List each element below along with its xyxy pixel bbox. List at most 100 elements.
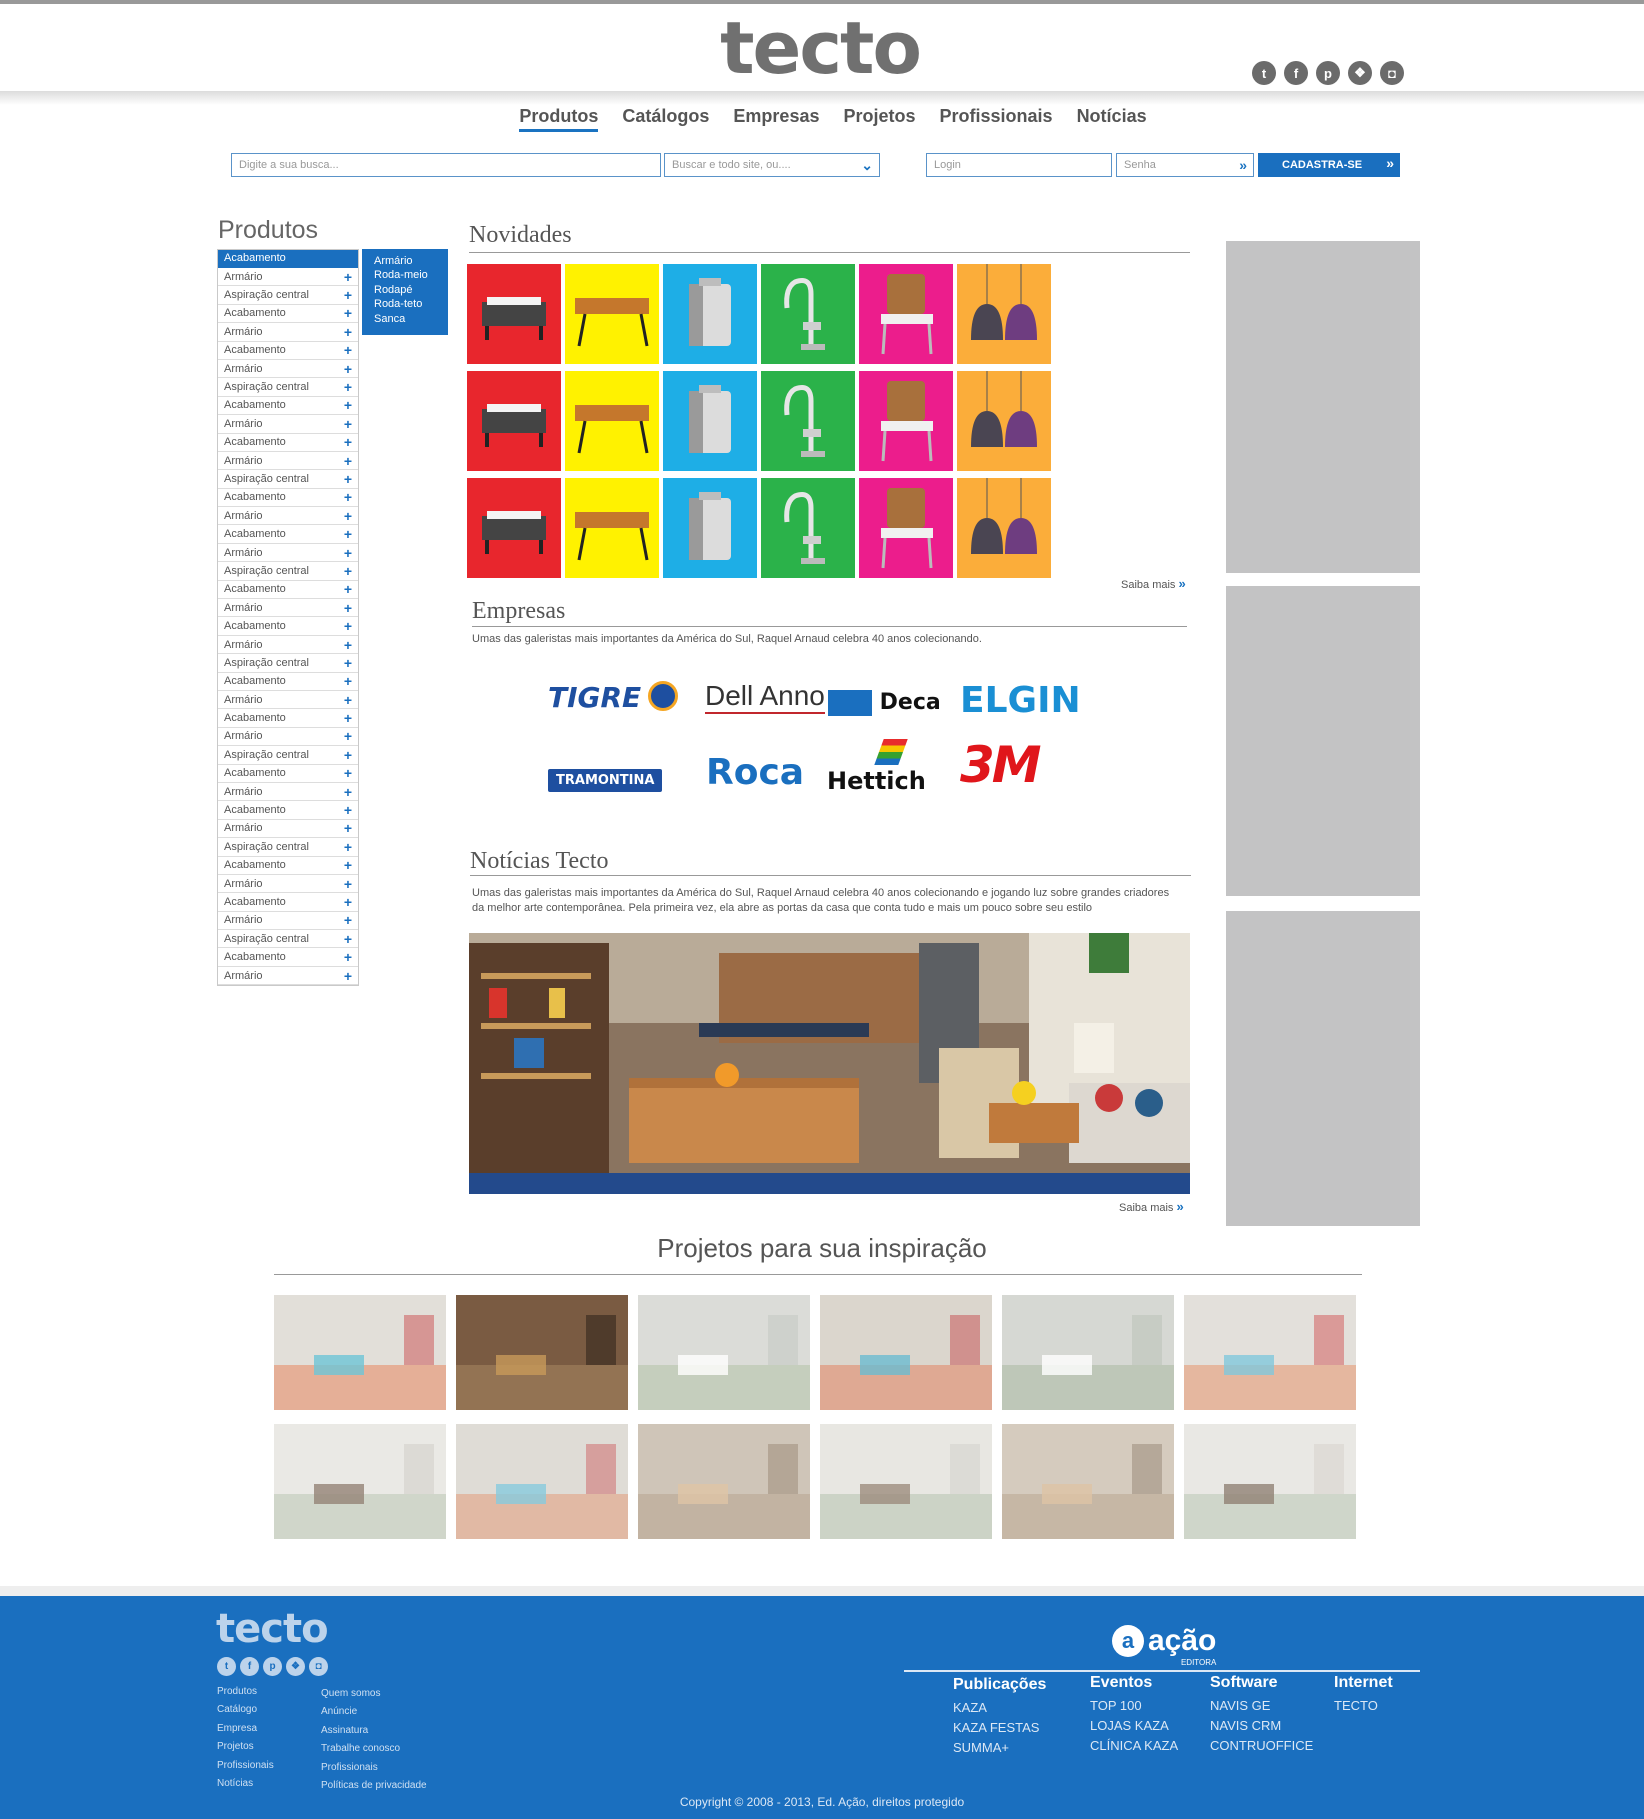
expand-plus-icon[interactable]: +	[344, 508, 352, 524]
sidebar-item[interactable]: Armário +	[218, 507, 358, 526]
nav-produtos[interactable]: Produtos	[519, 106, 599, 132]
tray-product-tile[interactable]	[467, 478, 561, 578]
project-thumbnail[interactable]	[274, 1295, 446, 1410]
footer-link[interactable]: Empresa	[217, 1720, 274, 1738]
sidebar-item[interactable]: Aspiração central +	[218, 562, 358, 581]
brand-tigre-logo[interactable]: TIGRE	[548, 681, 683, 725]
search-scope-select[interactable]: Buscar e todo site, ou.... ⌄	[664, 153, 880, 177]
nav-noticias[interactable]: Notícias	[1077, 106, 1147, 132]
sidebar-item[interactable]: Acabamento +	[218, 709, 358, 728]
tray-product-tile[interactable]	[467, 264, 561, 364]
project-thumbnail[interactable]	[1002, 1295, 1174, 1410]
noticias-more-link[interactable]: Saiba mais »	[1119, 1199, 1184, 1214]
nav-profissionais[interactable]: Profissionais	[940, 106, 1053, 132]
sidebar-item[interactable]: Armário +	[218, 820, 358, 839]
chair-product-tile[interactable]	[859, 478, 953, 578]
subcategory-item[interactable]: Sanca	[374, 312, 436, 326]
project-thumbnail[interactable]	[1002, 1424, 1174, 1539]
expand-plus-icon[interactable]: +	[344, 710, 352, 726]
desk-product-tile[interactable]	[565, 371, 659, 471]
search-input[interactable]: Digite a sua busca...	[231, 153, 661, 177]
expand-plus-icon[interactable]: +	[344, 361, 352, 377]
sidebar-item[interactable]: Acabamento +	[218, 342, 358, 360]
sidebar-item-selected[interactable]: Acabamento	[218, 250, 358, 268]
sidebar-item[interactable]: Armário +	[218, 912, 358, 931]
brand-3m-logo[interactable]: 3M	[960, 736, 1042, 794]
sidebar-item[interactable]: Acabamento +	[218, 673, 358, 691]
sidebar-item[interactable]: Armário +	[218, 691, 358, 710]
sidebar-item[interactable]: Armário +	[218, 268, 358, 287]
footer-link[interactable]: NAVIS CRM	[1210, 1716, 1313, 1736]
sidebar-item[interactable]: Acabamento +	[218, 525, 358, 544]
footer-link[interactable]: CLÍNICA KAZA	[1090, 1736, 1178, 1756]
sidebar-item[interactable]: Acabamento +	[218, 305, 358, 324]
dropbox-icon[interactable]: ❖	[1348, 61, 1372, 85]
expand-plus-icon[interactable]: +	[344, 728, 352, 744]
sidebar-item[interactable]: Armário +	[218, 783, 358, 802]
expand-plus-icon[interactable]: +	[344, 581, 352, 597]
expand-plus-icon[interactable]: +	[344, 968, 352, 984]
brand-roca-logo[interactable]: Roca	[706, 752, 804, 793]
footer-link[interactable]: Políticas de privacidade	[321, 1777, 427, 1795]
expand-plus-icon[interactable]: +	[344, 655, 352, 671]
footer-link[interactable]: TECTO	[1334, 1696, 1393, 1716]
brand-tramontina-logo[interactable]: TRAMONTINA	[548, 769, 663, 792]
instagram-icon[interactable]: ◘	[1380, 61, 1404, 85]
footer-link[interactable]: CONTRUOFFICE	[1210, 1736, 1313, 1756]
sidebar-item[interactable]: Armário +	[218, 875, 358, 894]
footer-link[interactable]: Anúncie	[321, 1703, 427, 1721]
footer-link[interactable]: Catálogo	[217, 1701, 274, 1719]
footer-link[interactable]: Assinatura	[321, 1722, 427, 1740]
expand-plus-icon[interactable]: +	[344, 416, 352, 432]
project-thumbnail[interactable]	[1184, 1295, 1356, 1410]
expand-plus-icon[interactable]: +	[344, 563, 352, 579]
site-logo[interactable]: tecto	[720, 6, 922, 90]
sidebar-item[interactable]: Armário +	[218, 728, 358, 747]
sidebar-item[interactable]: Armário +	[218, 544, 358, 563]
footer-link[interactable]: Profissionais	[321, 1759, 427, 1777]
expand-plus-icon[interactable]: +	[344, 839, 352, 855]
login-field[interactable]: Login	[926, 153, 1112, 177]
footer-link[interactable]: KAZA FESTAS	[953, 1718, 1046, 1738]
nav-empresas[interactable]: Empresas	[733, 106, 819, 132]
expand-plus-icon[interactable]: +	[344, 305, 352, 321]
bin-product-tile[interactable]	[663, 264, 757, 364]
expand-plus-icon[interactable]: +	[344, 931, 352, 947]
sidebar-item[interactable]: Acabamento +	[218, 489, 358, 508]
expand-plus-icon[interactable]: +	[344, 802, 352, 818]
faucet-product-tile[interactable]	[761, 478, 855, 578]
project-thumbnail[interactable]	[456, 1295, 628, 1410]
expand-plus-icon[interactable]: +	[344, 618, 352, 634]
expand-plus-icon[interactable]: +	[344, 784, 352, 800]
footer-link[interactable]: Projetos	[217, 1738, 274, 1756]
twitter-icon[interactable]: t	[217, 1657, 236, 1676]
project-thumbnail[interactable]	[638, 1295, 810, 1410]
instagram-icon[interactable]: ◘	[309, 1657, 328, 1676]
pinterest-icon[interactable]: p	[263, 1657, 282, 1676]
expand-plus-icon[interactable]: +	[344, 600, 352, 616]
expand-plus-icon[interactable]: +	[344, 489, 352, 505]
faucet-product-tile[interactable]	[761, 371, 855, 471]
facebook-icon[interactable]: f	[240, 1657, 259, 1676]
sidebar-item[interactable]: Aspiração central +	[218, 286, 358, 305]
footer-link[interactable]: TOP 100	[1090, 1696, 1178, 1716]
brand-hettich-logo[interactable]: Hettich	[827, 739, 926, 797]
expand-plus-icon[interactable]: +	[344, 637, 352, 653]
footer-link[interactable]: Trabalhe conosco	[321, 1740, 427, 1758]
brand-dellanno-logo[interactable]: Dell Anno	[705, 680, 825, 714]
chair-product-tile[interactable]	[859, 264, 953, 364]
lamp-product-tile[interactable]	[957, 478, 1051, 578]
chair-product-tile[interactable]	[859, 371, 953, 471]
desk-product-tile[interactable]	[565, 478, 659, 578]
sidebar-item[interactable]: Armário +	[218, 415, 358, 434]
sidebar-item[interactable]: Acabamento +	[218, 765, 358, 783]
desk-product-tile[interactable]	[565, 264, 659, 364]
login-submit-icon[interactable]: »	[1239, 157, 1247, 173]
project-thumbnail[interactable]	[274, 1424, 446, 1539]
footer-link[interactable]: Quem somos	[321, 1685, 427, 1703]
sidebar-item[interactable]: Armário +	[218, 599, 358, 618]
expand-plus-icon[interactable]: +	[344, 287, 352, 303]
sidebar-item[interactable]: Aspiração central +	[218, 378, 358, 397]
expand-plus-icon[interactable]: +	[344, 342, 352, 358]
footer-link[interactable]: Produtos	[217, 1683, 274, 1701]
